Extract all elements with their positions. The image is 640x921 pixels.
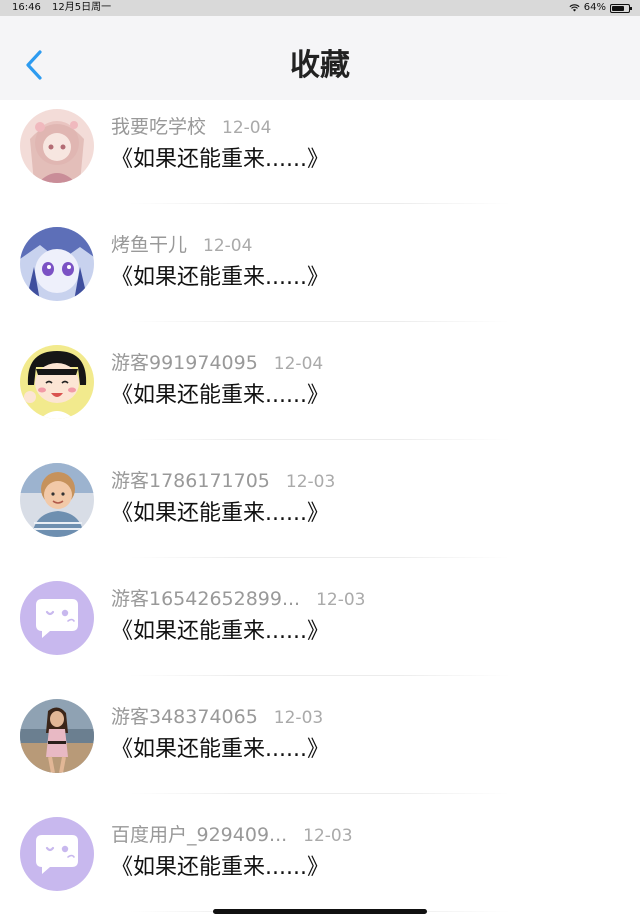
status-right: 64% <box>569 0 632 16</box>
favorite-item[interactable]: 游客1786171705 12-03 《如果还能重来......》 <box>0 454 640 572</box>
favorite-item[interactable]: 我要吃学校 12-04 《如果还能重来......》 <box>0 100 640 218</box>
user-name[interactable]: 游客16542652899... <box>111 588 300 610</box>
user-name[interactable]: 游客348374065 <box>111 706 258 728</box>
page-title: 收藏 <box>290 48 350 83</box>
post-title[interactable]: 《如果还能重来......》 <box>111 262 329 294</box>
favorite-item[interactable]: 游客991974095 12-04 《如果还能重来......》 <box>0 336 640 454</box>
post-date: 12-03 <box>285 472 336 492</box>
favorite-item[interactable]: 游客16542652899... 12-03 《如果还能重来......》 <box>0 572 640 690</box>
divider <box>130 439 510 440</box>
post-title[interactable]: 《如果还能重来......》 <box>111 852 329 884</box>
user-name[interactable]: 我要吃学校 <box>111 116 206 138</box>
post-title[interactable]: 《如果还能重来......》 <box>111 380 329 412</box>
battery-icon <box>610 3 632 13</box>
avatar[interactable] <box>20 227 94 301</box>
woman-beach-photo-avatar <box>20 699 94 773</box>
post-date: 12-03 <box>273 708 324 728</box>
user-name[interactable]: 烤鱼干儿 <box>111 234 187 256</box>
divider <box>130 203 510 204</box>
status-date: 12月5日周一 <box>52 2 112 13</box>
battery-percent: 64% <box>583 2 606 13</box>
user-name[interactable]: 游客991974095 <box>111 352 258 374</box>
chat-bubble-avatar <box>20 581 94 655</box>
post-title[interactable]: 《如果还能重来......》 <box>111 734 329 766</box>
avatar[interactable] <box>20 345 94 419</box>
item-meta: 游客348374065 12-03 <box>111 704 323 731</box>
child-photo-avatar <box>20 463 94 537</box>
post-date: 12-04 <box>203 236 253 256</box>
chat-bubble-avatar <box>20 817 94 891</box>
navigation-bar: 收藏 <box>0 16 640 100</box>
favorites-list: 我要吃学校 12-04 《如果还能重来......》 烤鱼干儿 12-04 《如果还能重来… <box>0 100 640 921</box>
post-title[interactable]: 《如果还能重来......》 <box>111 498 329 530</box>
item-meta: 百度用户_929409... 12-03 <box>111 822 353 849</box>
post-title[interactable]: 《如果还能重来......》 <box>111 144 329 176</box>
home-indicator[interactable] <box>213 909 427 914</box>
post-date: 12-03 <box>303 826 353 846</box>
anime-girl-blue-avatar <box>20 227 94 301</box>
post-date: 12-04 <box>222 118 272 138</box>
item-meta: 烤鱼干儿 12-04 <box>111 232 252 259</box>
post-date: 12-04 <box>273 354 324 374</box>
favorite-item[interactable]: 游客348374065 12-03 《如果还能重来......》 <box>0 690 640 808</box>
status-bar: 16:46 12月5日周一 64% <box>0 0 640 16</box>
item-meta: 我要吃学校 12-04 <box>111 114 271 141</box>
avatar[interactable] <box>20 463 94 537</box>
divider <box>130 557 510 558</box>
item-meta: 游客991974095 12-04 <box>111 350 323 377</box>
post-title[interactable]: 《如果还能重来......》 <box>111 616 329 648</box>
divider <box>130 321 510 322</box>
divider <box>130 793 510 794</box>
status-left: 16:46 12月5日周一 <box>12 0 119 16</box>
favorite-item[interactable]: 百度用户_929409... 12-03 《如果还能重来......》 <box>0 808 640 921</box>
avatar[interactable] <box>20 817 94 891</box>
cartoon-girl-avatar <box>20 345 94 419</box>
post-date: 12-03 <box>316 590 366 610</box>
status-time: 16:46 <box>12 2 41 13</box>
anime-girl-pink-avatar <box>20 109 94 183</box>
avatar[interactable] <box>20 581 94 655</box>
divider <box>130 675 510 676</box>
wifi-icon <box>569 4 580 12</box>
avatar[interactable] <box>20 699 94 773</box>
favorite-item[interactable]: 烤鱼干儿 12-04 《如果还能重来......》 <box>0 218 640 336</box>
user-name[interactable]: 游客1786171705 <box>111 470 270 492</box>
item-meta: 游客16542652899... 12-03 <box>111 586 366 613</box>
user-name[interactable]: 百度用户_929409... <box>111 824 287 846</box>
avatar[interactable] <box>20 109 94 183</box>
item-meta: 游客1786171705 12-03 <box>111 468 335 495</box>
